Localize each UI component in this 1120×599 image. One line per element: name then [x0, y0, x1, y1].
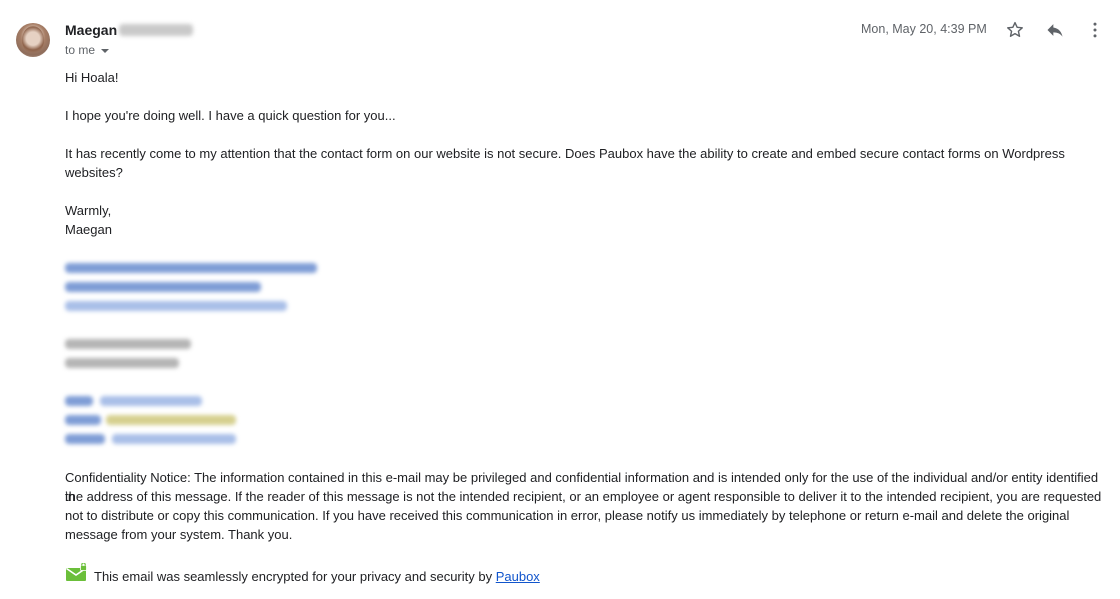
redacted-address-line — [65, 358, 179, 368]
redacted-email-label — [65, 415, 101, 425]
chevron-down-icon[interactable] — [101, 49, 110, 53]
notice-line: the address of this message. If the read… — [65, 489, 1102, 504]
greeting: Hi Hoala! — [65, 70, 119, 85]
paubox-link[interactable]: Paubox — [496, 569, 540, 584]
sender-lastname-redacted — [119, 24, 193, 36]
redacted-signature-line — [65, 282, 261, 292]
recipient-details-toggle[interactable]: to me — [65, 43, 110, 57]
redacted-email-link[interactable] — [106, 415, 236, 425]
reply-icon[interactable] — [1043, 18, 1067, 42]
body-line-1: I hope you're doing well. I have a quick… — [65, 108, 396, 123]
star-icon[interactable] — [1003, 18, 1027, 42]
redacted-signature-link[interactable] — [65, 301, 287, 311]
redacted-signature-line — [65, 263, 317, 273]
body-line-2a: It has recently come to my attention tha… — [65, 146, 1065, 161]
footer-text: This email was seamlessly encrypted for … — [94, 569, 496, 584]
signoff: Warmly, — [65, 203, 112, 218]
notice-line: not to distribute or copy this communica… — [65, 508, 1070, 523]
message-date: Mon, May 20, 4:39 PM — [861, 22, 987, 36]
redacted-address-line — [65, 339, 191, 349]
sender-name[interactable]: Maegan — [65, 22, 117, 38]
redacted-phone-link[interactable] — [112, 434, 236, 444]
recipient-label: to me — [65, 43, 96, 57]
notice-line: message from your system. Thank you. — [65, 527, 293, 542]
paubox-logo-icon — [66, 562, 88, 582]
redacted-web-label — [65, 396, 93, 406]
body-line-2b: websites? — [65, 165, 123, 180]
sender-avatar[interactable] — [16, 23, 50, 57]
redacted-web-link[interactable] — [100, 396, 202, 406]
signature-name: Maegan — [65, 222, 112, 237]
more-vert-icon[interactable] — [1083, 18, 1107, 42]
encryption-footer: This email was seamlessly encrypted for … — [94, 569, 540, 584]
redacted-phone-label — [65, 434, 105, 444]
